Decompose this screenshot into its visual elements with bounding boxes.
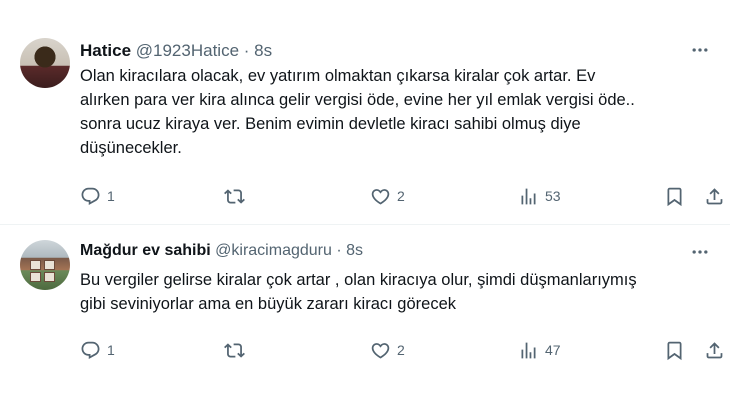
reply-button[interactable]: 1 [80, 338, 115, 362]
reply-icon [81, 341, 100, 359]
tweet-header: Mağdur ev sahibi @kiracimagduru · 8s [80, 240, 363, 262]
bookmark-icon [667, 341, 682, 360]
views-button[interactable]: 47 [518, 338, 561, 362]
heart-icon [371, 188, 390, 205]
tweet-actions: 1 2 47 [80, 338, 730, 362]
avatar[interactable] [20, 38, 70, 88]
author-handle[interactable]: @kiracimagduru [215, 242, 332, 259]
like-button[interactable]: 2 [370, 338, 405, 362]
like-button[interactable]: 2 [370, 184, 405, 208]
timestamp[interactable]: · 8s [244, 41, 272, 60]
share-button[interactable] [704, 184, 725, 208]
like-count: 2 [397, 342, 405, 358]
avatar[interactable] [20, 240, 70, 290]
bookmark-button[interactable] [664, 184, 685, 208]
tweet-actions: 1 2 53 [80, 184, 730, 208]
retweet-icon [224, 342, 245, 358]
more-icon[interactable] [688, 240, 712, 264]
bookmark-button[interactable] [664, 338, 685, 362]
views-icon [521, 342, 536, 358]
author-handle[interactable]: @1923Hatice [136, 41, 239, 60]
author-name[interactable]: Hatice [80, 41, 131, 60]
divider [0, 224, 730, 225]
retweet-button[interactable] [224, 184, 251, 208]
timestamp[interactable]: · 8s [336, 242, 363, 259]
reply-button[interactable]: 1 [80, 184, 115, 208]
share-icon [706, 187, 723, 204]
view-count: 53 [545, 188, 561, 204]
tweet-text: Bu vergiler gelirse kiralar çok artar , … [80, 271, 637, 313]
heart-icon [371, 342, 390, 359]
tweet-header: Hatice @1923Hatice · 8s [80, 40, 272, 62]
reply-icon [81, 187, 100, 205]
tweet-text: Olan kiracılara olacak, ev yatırım olmak… [80, 67, 635, 157]
like-count: 2 [397, 188, 405, 204]
author-name[interactable]: Mağdur ev sahibi [80, 242, 211, 259]
retweet-icon [224, 188, 245, 204]
more-icon[interactable] [688, 38, 712, 62]
view-count: 47 [545, 342, 561, 358]
reply-count: 1 [107, 188, 115, 204]
retweet-button[interactable] [224, 338, 251, 362]
tweet[interactable]: Mağdur ev sahibi @kiracimagduru · 8s Bu … [0, 232, 730, 382]
share-icon [706, 341, 723, 358]
reply-count: 1 [107, 342, 115, 358]
tweet[interactable]: Hatice @1923Hatice · 8s Olan kiracılara … [0, 30, 730, 220]
bookmark-icon [667, 187, 682, 206]
views-icon [521, 188, 536, 204]
share-button[interactable] [704, 338, 725, 362]
views-button[interactable]: 53 [518, 184, 561, 208]
